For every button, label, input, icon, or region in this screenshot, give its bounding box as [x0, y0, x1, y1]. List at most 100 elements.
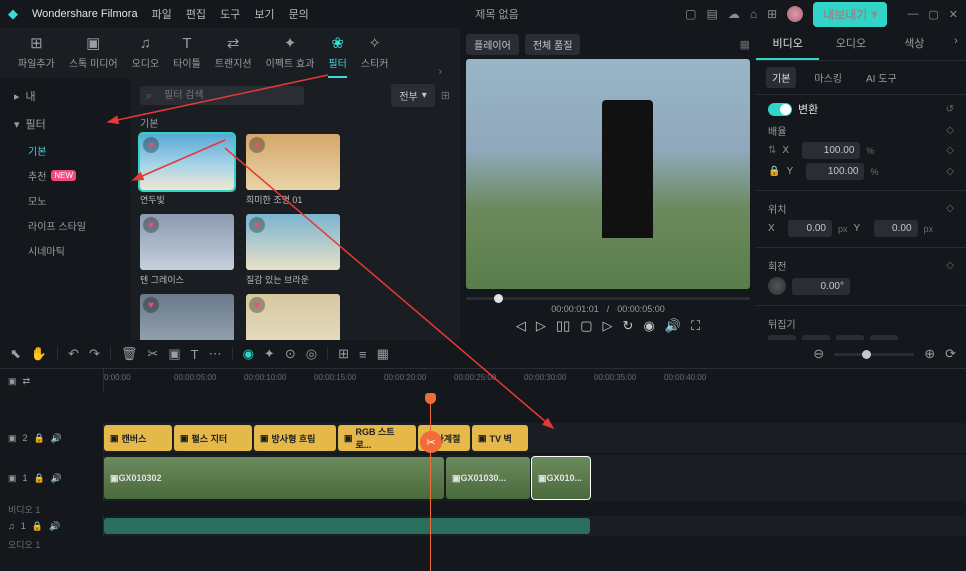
- mute-icon[interactable]: 🔊: [51, 433, 62, 444]
- tabs-more-icon[interactable]: ›: [438, 66, 442, 78]
- cloud-icon[interactable]: ☁: [728, 7, 740, 21]
- pause-icon[interactable]: ▯▯: [556, 318, 570, 334]
- snapshot-icon[interactable]: ▦: [740, 38, 750, 51]
- lock-icon[interactable]: 🔒: [32, 521, 43, 532]
- zoom-slider[interactable]: [834, 353, 914, 356]
- audio-track-icon[interactable]: ♫: [8, 521, 15, 531]
- link-icon[interactable]: ⇅: [768, 145, 776, 156]
- lock-icon[interactable]: 🔒: [768, 166, 780, 177]
- fx-track-icon[interactable]: ▣: [8, 433, 17, 444]
- hand-icon[interactable]: ✋: [31, 346, 47, 362]
- prop-tab-more[interactable]: ›: [946, 28, 966, 60]
- tab-import[interactable]: ⊞파일추가: [18, 34, 55, 78]
- green-indicator[interactable]: ◉: [243, 346, 254, 362]
- stop-icon[interactable]: ▢: [580, 318, 592, 334]
- tab-transition[interactable]: ⇄트랜지션: [215, 34, 252, 78]
- undo-icon[interactable]: ↺: [946, 104, 954, 115]
- transform-toggle[interactable]: [768, 103, 792, 116]
- time-ruler[interactable]: 0:00:00 00:00:05:00 00:00:10:00 00:00:15…: [104, 369, 966, 393]
- video-track-icon[interactable]: ▣: [8, 473, 17, 484]
- prev-icon[interactable]: ◁: [516, 318, 526, 334]
- lock-icon[interactable]: 🔒: [34, 473, 45, 484]
- sidebar-group-filter[interactable]: ▾ 필터: [0, 110, 130, 138]
- preview-viewport[interactable]: [466, 59, 750, 289]
- sidebar-item-cinematic[interactable]: 시네마틱: [0, 238, 130, 263]
- filter-dropdown[interactable]: 전부 ▾: [391, 84, 434, 107]
- video-clip[interactable]: ▣ GX01030...: [446, 457, 530, 499]
- play-icon[interactable]: ▷: [536, 318, 546, 334]
- cursor-icon[interactable]: ⬉: [10, 346, 21, 362]
- fx-clip[interactable]: ▣펄스 지터: [174, 425, 252, 451]
- fx-clip[interactable]: ▣RGB 스트로...: [338, 425, 416, 451]
- filter-thumb[interactable]: ♥: [246, 294, 340, 340]
- filter-thumb[interactable]: ♥희미한 조명 01: [246, 134, 340, 206]
- scale-x-input[interactable]: [802, 142, 860, 159]
- sidebar-item-basic[interactable]: 기본: [0, 138, 130, 163]
- monitor-icon[interactable]: ▢: [685, 7, 696, 21]
- scissors-marker[interactable]: ✂: [420, 431, 442, 453]
- heart-icon[interactable]: ♥: [249, 297, 265, 313]
- rotation-dial[interactable]: [768, 277, 786, 295]
- scale-y-input[interactable]: [806, 163, 864, 180]
- zoom-out-icon[interactable]: ⊖: [813, 346, 824, 362]
- fullscreen-icon[interactable]: ⛶: [691, 318, 700, 334]
- subtab-basic[interactable]: 기본: [766, 67, 796, 88]
- cut-icon[interactable]: ✂: [147, 346, 158, 362]
- audio-clip[interactable]: [104, 518, 590, 534]
- heart-icon[interactable]: ♥: [143, 297, 159, 313]
- rotation-input[interactable]: [792, 278, 850, 295]
- menu-view[interactable]: 보기: [254, 6, 274, 22]
- tl-icon1[interactable]: ✦: [264, 346, 275, 362]
- menu-edit[interactable]: 편집: [186, 6, 206, 22]
- playhead[interactable]: [430, 393, 431, 571]
- filter-thumb[interactable]: ♥: [140, 294, 234, 340]
- video-clip-selected[interactable]: ▣ GX010...: [532, 457, 590, 499]
- tab-filter[interactable]: ❀필터: [328, 34, 346, 78]
- avatar[interactable]: [787, 6, 803, 22]
- grid-icon[interactable]: ⊞: [767, 7, 777, 21]
- prop-tab-audio[interactable]: 오디오: [819, 28, 882, 60]
- delete-icon[interactable]: 🗑: [121, 346, 138, 362]
- stack-icon[interactable]: ▤: [707, 7, 718, 21]
- keyframe-icon[interactable]: ◇: [946, 125, 954, 136]
- filter-thumb[interactable]: ♥질감 있는 브라운: [246, 214, 340, 286]
- menu-tools[interactable]: 도구: [220, 6, 240, 22]
- redo-icon[interactable]: ↷: [89, 346, 100, 362]
- mute-icon[interactable]: 🔊: [49, 521, 60, 532]
- subtab-ai[interactable]: AI 도구: [860, 67, 903, 88]
- zoom-in-icon[interactable]: ⊕: [924, 346, 935, 362]
- export-button[interactable]: 내보내기 ▾: [813, 2, 887, 27]
- video-clip[interactable]: ▣ GX010302: [104, 457, 444, 499]
- sidebar-group-my[interactable]: ▸ 내: [0, 82, 130, 110]
- prop-tab-video[interactable]: 비디오: [756, 28, 819, 60]
- heart-icon[interactable]: ♥: [249, 137, 265, 153]
- tl-icon6[interactable]: ▦: [377, 346, 389, 362]
- tab-audio[interactable]: ♫오디오: [132, 35, 160, 78]
- text-icon[interactable]: T: [191, 347, 199, 362]
- sidebar-item-mono[interactable]: 모노: [0, 188, 130, 213]
- progress-bar[interactable]: [466, 297, 750, 300]
- view-grid-icon[interactable]: ⊞: [441, 89, 450, 102]
- menu-help[interactable]: 문의: [289, 6, 309, 22]
- close-button[interactable]: ✕: [949, 8, 958, 21]
- fx-clip[interactable]: ▣방사형 흐림: [254, 425, 336, 451]
- record-icon[interactable]: ◉: [643, 318, 654, 334]
- tl-icon5[interactable]: ≡: [359, 347, 367, 362]
- tab-effects[interactable]: ✦이펙트 효과: [266, 34, 315, 78]
- track-icon[interactable]: ▣: [8, 376, 17, 387]
- pos-x-input[interactable]: [788, 220, 832, 237]
- loop-icon[interactable]: ↻: [623, 318, 634, 334]
- crop-icon[interactable]: ▣: [168, 346, 180, 362]
- subtab-masking[interactable]: 마스킹: [808, 67, 848, 88]
- next-icon[interactable]: ▷: [603, 318, 613, 334]
- track-toggle-icon[interactable]: ⇄: [23, 376, 31, 387]
- sidebar-item-lifestyle[interactable]: 라이프 스타일: [0, 213, 130, 238]
- pos-y-input[interactable]: [874, 220, 918, 237]
- mute-icon[interactable]: 🔊: [51, 473, 62, 484]
- tab-sticker[interactable]: ✧스티커: [361, 34, 389, 78]
- zoom-fit-icon[interactable]: ⟳: [945, 346, 956, 362]
- filter-thumb[interactable]: ♥연두빛: [140, 134, 234, 206]
- bell-icon[interactable]: ⌂: [750, 7, 757, 21]
- fx-clip[interactable]: ▣TV 벽: [472, 425, 528, 451]
- fx-clip[interactable]: ▣캔버스: [104, 425, 172, 451]
